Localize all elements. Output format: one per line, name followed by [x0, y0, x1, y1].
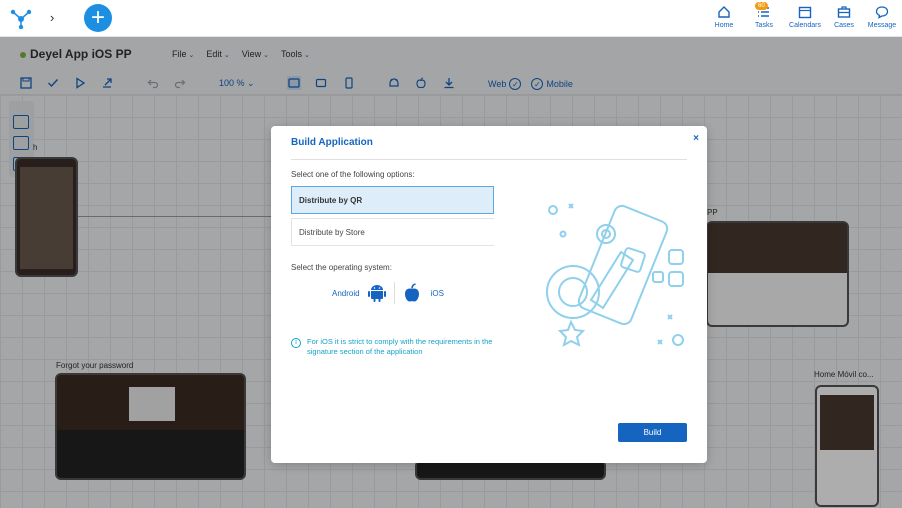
apple-icon[interactable] [403, 283, 421, 303]
expand-chevron-icon[interactable]: › [50, 10, 54, 25]
nav-calendars-label: Calendars [789, 22, 821, 29]
android-icon[interactable] [367, 283, 386, 303]
ios-label[interactable]: iOS [431, 289, 444, 298]
top-navigation: Home 60 Tasks Calendars Cases Message [704, 2, 902, 29]
nav-home-label: Home [714, 22, 734, 29]
option-distribute-qr[interactable]: Distribute by QR [291, 186, 494, 214]
divider [291, 159, 687, 160]
app-logo-icon[interactable] [9, 7, 33, 29]
dialog-title: Build Application [291, 137, 373, 148]
build-application-dialog: Build Application × Select one of the fo… [271, 126, 707, 463]
message-icon [862, 4, 902, 20]
info-icon: i [291, 338, 301, 348]
nav-calendars[interactable]: Calendars [784, 4, 826, 29]
build-button[interactable]: Build [618, 423, 687, 442]
tasks-badge: 60 [755, 2, 768, 10]
nav-cases[interactable]: Cases [826, 4, 862, 29]
nav-message[interactable]: Message [862, 4, 902, 29]
top-bar: › + Home 60 Tasks Calendars Cases Messag… [0, 0, 902, 37]
os-prompt: Select the operating system: [291, 263, 392, 272]
options-prompt: Select one of the following options: [291, 170, 415, 179]
nav-home[interactable]: Home [704, 4, 744, 29]
nav-message-label: Message [867, 22, 897, 29]
option-distribute-store[interactable]: Distribute by Store [291, 218, 494, 246]
add-button[interactable]: + [84, 4, 112, 32]
ios-info-message: i For iOS it is strict to comply with th… [291, 337, 501, 357]
close-icon[interactable]: × [693, 133, 699, 144]
os-divider [393, 282, 395, 304]
android-label[interactable]: Android [332, 289, 360, 298]
nav-cases-label: Cases [834, 22, 854, 29]
os-selector: Android iOS [332, 282, 444, 304]
home-icon [704, 4, 744, 20]
calendar-icon [784, 4, 826, 20]
info-text: For iOS it is strict to comply with the … [307, 337, 493, 356]
cases-icon [826, 4, 862, 20]
nav-tasks[interactable]: 60 Tasks [744, 2, 784, 29]
nav-tasks-label: Tasks [755, 22, 773, 29]
build-illustration [546, 203, 684, 348]
